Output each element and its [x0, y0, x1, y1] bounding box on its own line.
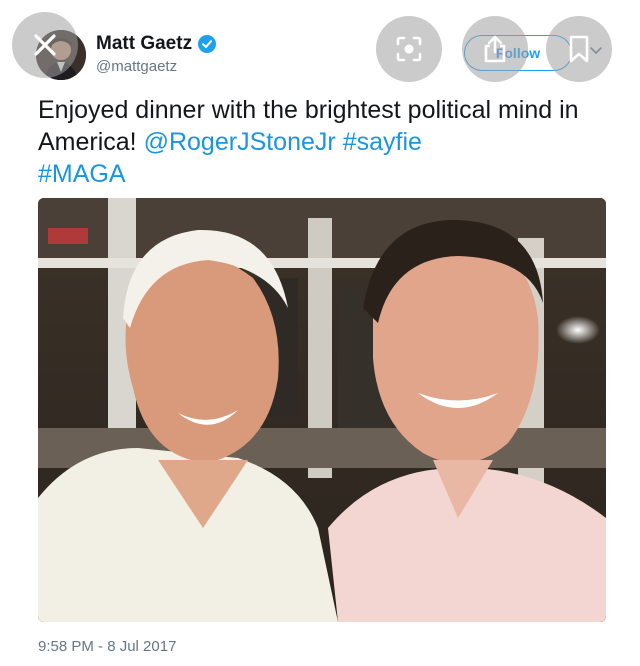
tweet-photo[interactable]: [38, 198, 606, 622]
tweet-text: Enjoyed dinner with the brightest politi…: [38, 94, 608, 190]
author-handle[interactable]: @mattgaetz: [96, 58, 177, 75]
share-icon: [484, 35, 506, 63]
lens-search-icon: [396, 36, 422, 62]
lens-button[interactable]: [376, 16, 442, 82]
tweet-timestamp[interactable]: 9:58 PM - 8 Jul 2017: [38, 638, 176, 655]
close-button[interactable]: [12, 12, 78, 78]
author-name[interactable]: Matt Gaetz: [96, 33, 192, 55]
bookmark-button[interactable]: [546, 16, 612, 82]
mention-link[interactable]: @RogerJStoneJr: [144, 128, 336, 156]
bookmark-icon: [569, 35, 589, 63]
hashtag-link[interactable]: #MAGA: [38, 160, 126, 188]
close-icon: [34, 34, 56, 56]
tweet-card: Matt Gaetz @mattgaetz Follow Enjoyed din…: [0, 0, 640, 666]
author-name-row[interactable]: Matt Gaetz: [96, 33, 217, 55]
hashtag-link[interactable]: #sayfie: [343, 128, 422, 156]
share-button[interactable]: [462, 16, 528, 82]
verified-badge-icon: [198, 35, 217, 53]
